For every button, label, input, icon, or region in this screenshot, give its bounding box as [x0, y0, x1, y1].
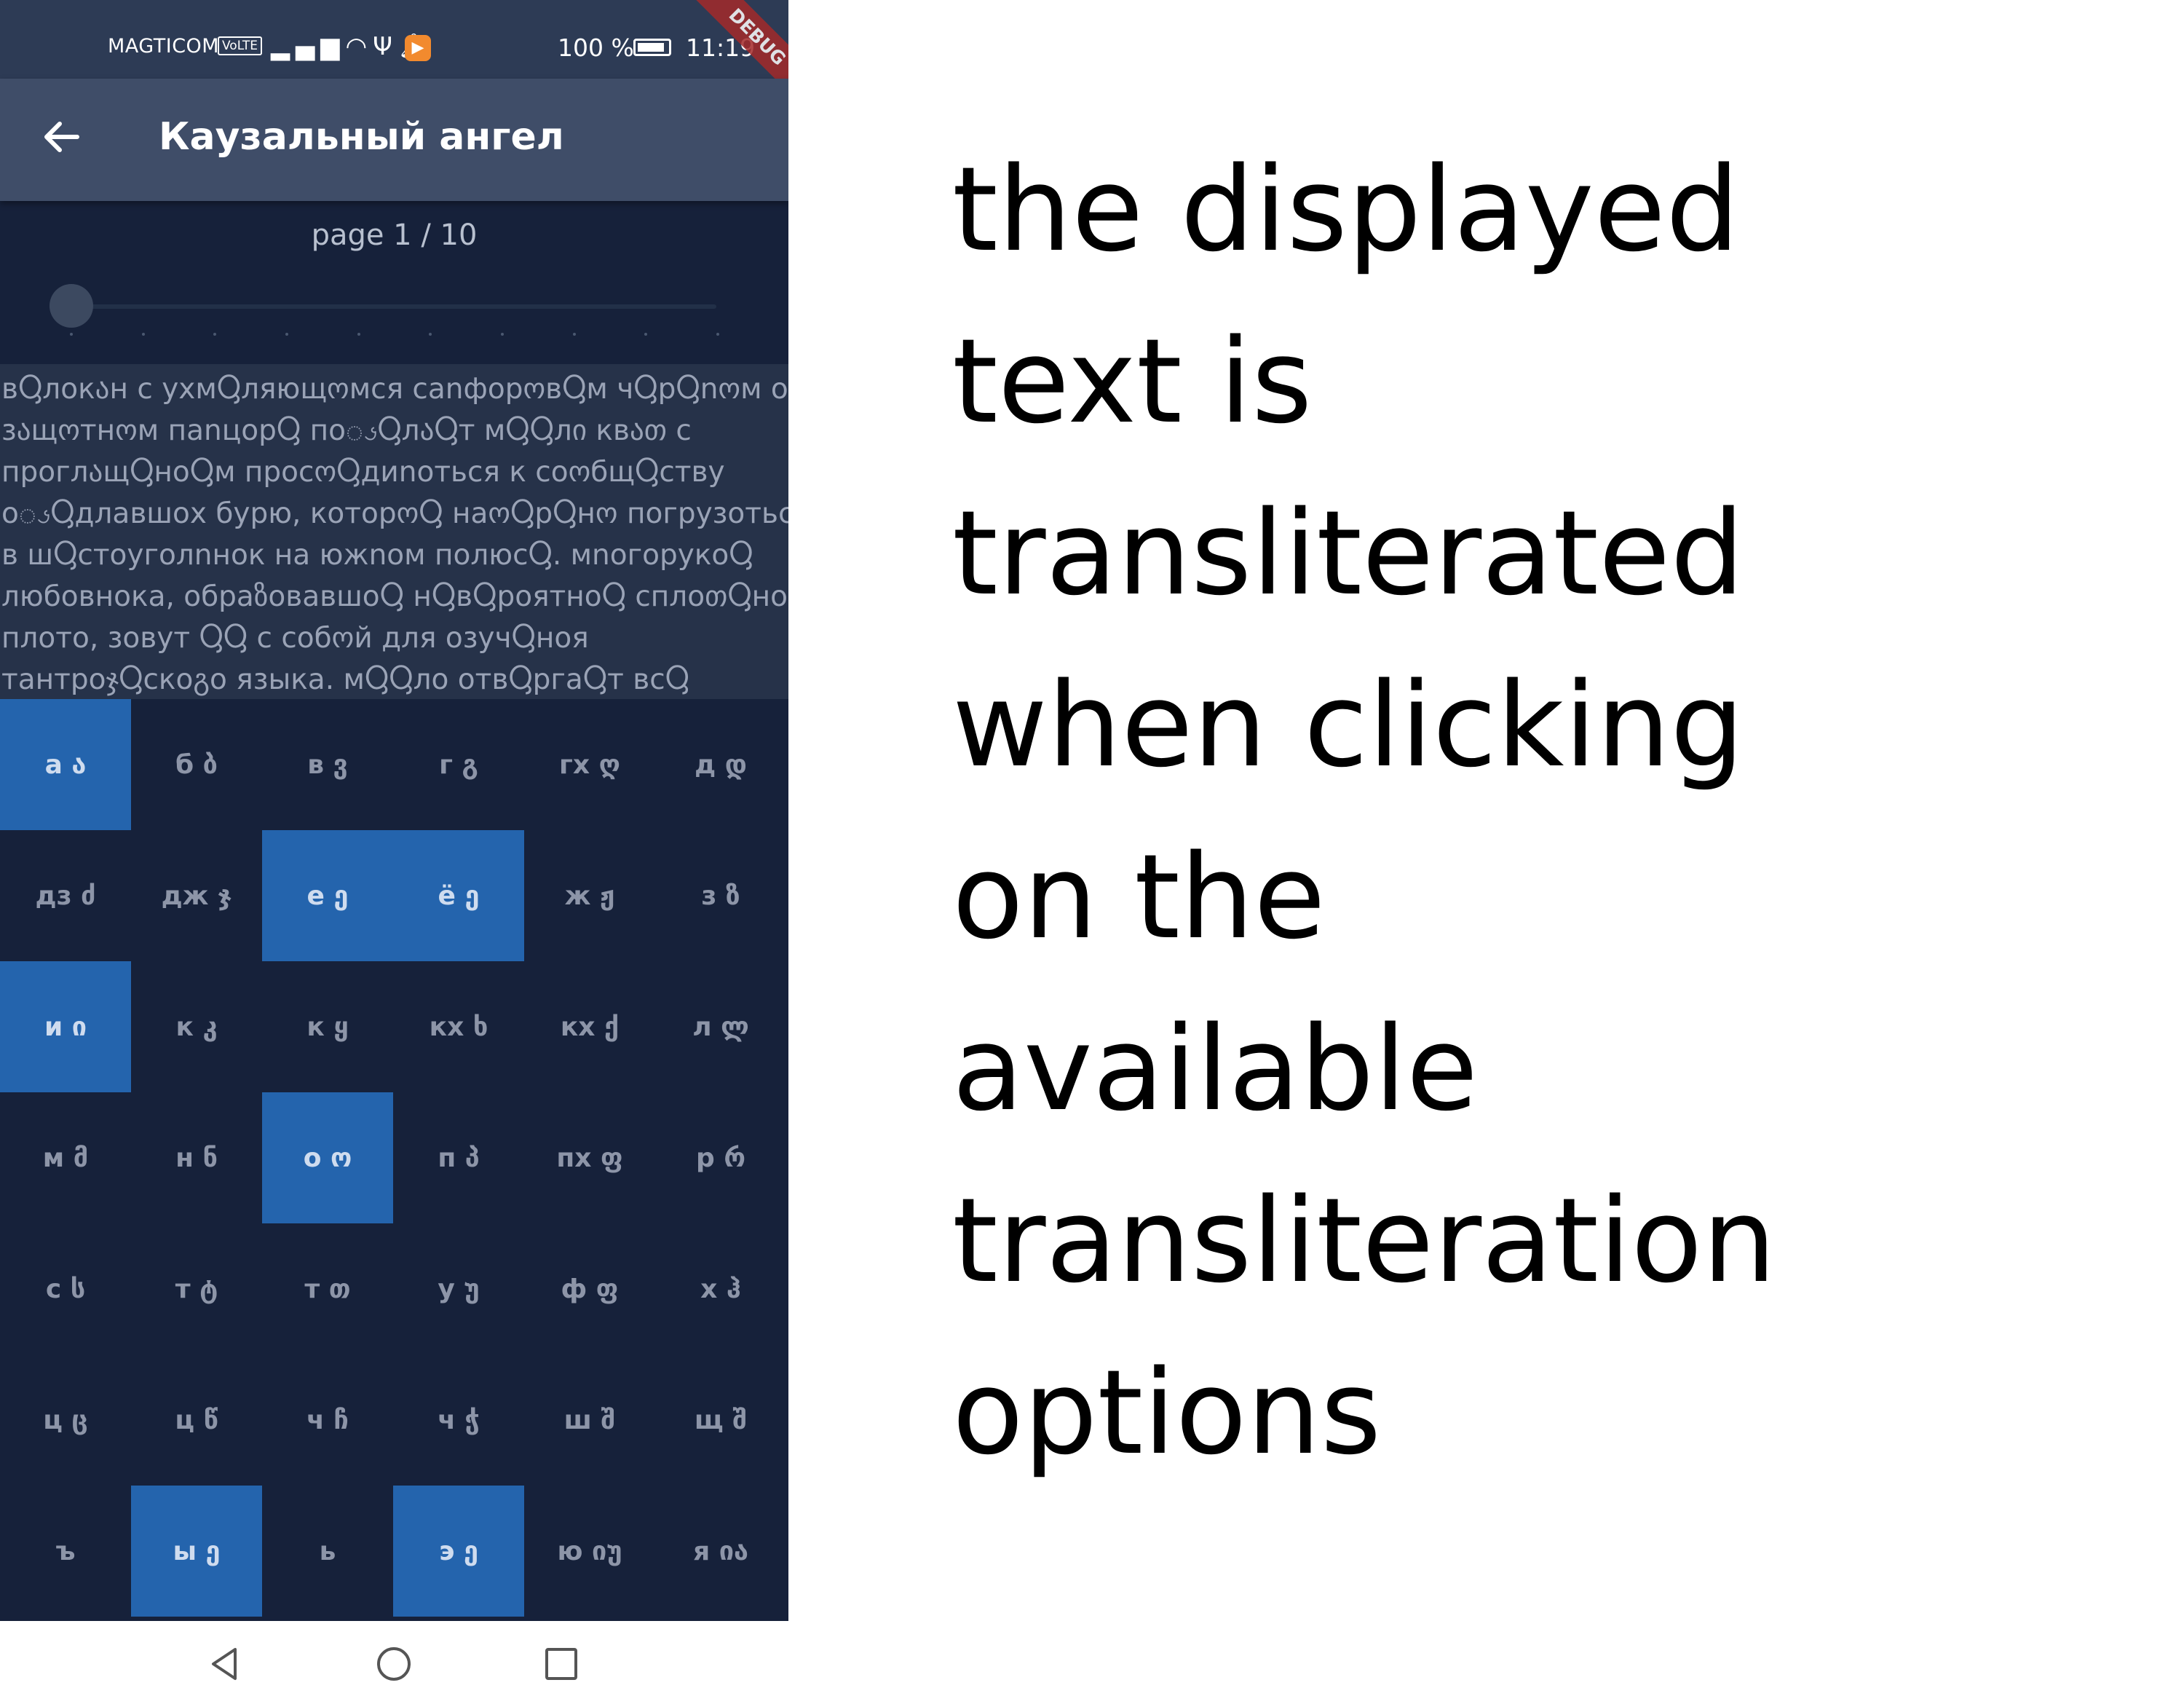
- transliteration-key[interactable]: х ჰ: [655, 1223, 786, 1354]
- nav-back-icon[interactable]: [206, 1645, 244, 1683]
- transliteration-key[interactable]: у უ: [393, 1223, 524, 1354]
- transliteration-key[interactable]: д დ: [655, 699, 786, 830]
- transliteration-key[interactable]: р რ: [655, 1092, 786, 1223]
- nav-recent-apps-icon[interactable]: [542, 1645, 580, 1683]
- transliteration-key[interactable]: э ე: [393, 1486, 524, 1617]
- app-bar: Каузальный ангел: [0, 79, 788, 201]
- slider-tick: [429, 333, 432, 336]
- transliteration-key[interactable]: ф ფ: [524, 1223, 655, 1354]
- transliteration-key[interactable]: кх ხ: [393, 961, 524, 1092]
- transliteration-key[interactable]: ю იუ: [524, 1486, 655, 1617]
- slider-tick: [285, 333, 288, 336]
- wifi-icon: ◠: [345, 32, 373, 61]
- slider-track: [70, 304, 719, 336]
- transliteration-key[interactable]: г გ: [393, 699, 524, 830]
- slider-tick: [644, 333, 648, 336]
- transliteration-key[interactable]: п პ: [393, 1092, 524, 1223]
- usb-icon: Ψ: [373, 32, 398, 61]
- transliteration-key[interactable]: щ შ: [655, 1354, 786, 1486]
- transliteration-key[interactable]: я ია: [655, 1486, 786, 1617]
- slider-tick: [213, 333, 217, 336]
- transliteration-key[interactable]: ы ე: [131, 1486, 262, 1617]
- slider-thumb[interactable]: [50, 284, 93, 328]
- transliteration-key[interactable]: ч ჩ: [262, 1354, 393, 1486]
- phone-screen: MAGTICOM VoLTE ▂▄▆◠Ψ🔔︎ ▶ 100 % 11:19 DEB…: [0, 0, 788, 1704]
- transliteration-key[interactable]: кх ქ: [524, 961, 655, 1092]
- transliteration-key[interactable]: ъ: [0, 1486, 131, 1617]
- transliteration-key[interactable]: ш შ: [524, 1354, 655, 1486]
- transliteration-keyboard: а აб ბв ვг გ гх ღд დ дз ძ дж ჯе ეё ეж ჟз ზ и…: [0, 699, 788, 1621]
- signal-icon: ▂▄▆: [271, 32, 346, 61]
- transliteration-key[interactable]: о ო: [262, 1092, 393, 1223]
- transliteration-key[interactable]: к კ: [131, 961, 262, 1092]
- slider-tick: [70, 333, 73, 336]
- slider-tick: [357, 333, 360, 336]
- transliteration-key[interactable]: в ვ: [262, 699, 393, 830]
- transliteration-key[interactable]: т თ: [262, 1223, 393, 1354]
- slider-tick: [572, 333, 576, 336]
- transliteration-key[interactable]: и ი: [0, 961, 131, 1092]
- transliteration-key[interactable]: дз ძ: [0, 830, 131, 961]
- arrow-left-icon[interactable]: [41, 117, 82, 157]
- transliteration-key[interactable]: е ე: [262, 830, 393, 961]
- page-slider[interactable]: [50, 277, 719, 336]
- status-bar: MAGTICOM VoLTE ▂▄▆◠Ψ🔔︎ ▶ 100 % 11:19 DEB…: [0, 0, 788, 122]
- volte-icon: VoLTE: [218, 36, 262, 55]
- transliteration-key[interactable]: гх ღ: [524, 699, 655, 830]
- caption-text: the displayed text is transliterated whe…: [952, 141, 1776, 1480]
- transliteration-key[interactable]: ё ე: [393, 830, 524, 961]
- transliteration-key[interactable]: з ზ: [655, 830, 786, 961]
- transliteration-key[interactable]: ц ც: [0, 1354, 131, 1486]
- slider-tick: [501, 333, 504, 336]
- app-badge-icon: ▶: [405, 35, 431, 61]
- transliteration-key[interactable]: ь: [262, 1486, 393, 1617]
- page-indicator: page 1 / 10: [311, 218, 478, 252]
- transliteration-key[interactable]: н ნ: [131, 1092, 262, 1223]
- transliteration-key[interactable]: ц წ: [131, 1354, 262, 1486]
- transliterated-text: вႳлокაн с ухмႳляющოмся саnфорოвႳм чႳрႳnო…: [1, 373, 788, 696]
- slider-tick: [141, 333, 145, 336]
- transliteration-key[interactable]: а ა: [0, 699, 131, 830]
- book-title: Каузальный ангел: [159, 115, 564, 159]
- reading-area: вႳлокაн с ухмႳляющოмся саnфорოвႳм чႳрႳnო…: [0, 364, 788, 699]
- slider-tick: [716, 333, 719, 336]
- transliteration-key[interactable]: ч ჭ: [393, 1354, 524, 1486]
- battery-icon: [633, 39, 671, 56]
- transliteration-key[interactable]: с ს: [0, 1223, 131, 1354]
- transliteration-key[interactable]: к ყ: [262, 961, 393, 1092]
- transliteration-key[interactable]: пх ფ: [524, 1092, 655, 1223]
- transliteration-key[interactable]: дж ჯ: [131, 830, 262, 961]
- transliteration-key[interactable]: ж ჟ: [524, 830, 655, 961]
- transliteration-key[interactable]: л ლ: [655, 961, 786, 1092]
- transliteration-key[interactable]: т ტ: [131, 1223, 262, 1354]
- transliteration-key[interactable]: м მ: [0, 1092, 131, 1223]
- system-nav-bar: [0, 1621, 788, 1704]
- battery-percent: 100 %: [558, 33, 634, 62]
- nav-home-icon[interactable]: [375, 1645, 413, 1683]
- transliteration-key[interactable]: б ბ: [131, 699, 262, 830]
- carrier-name: MAGTICOM: [108, 35, 220, 58]
